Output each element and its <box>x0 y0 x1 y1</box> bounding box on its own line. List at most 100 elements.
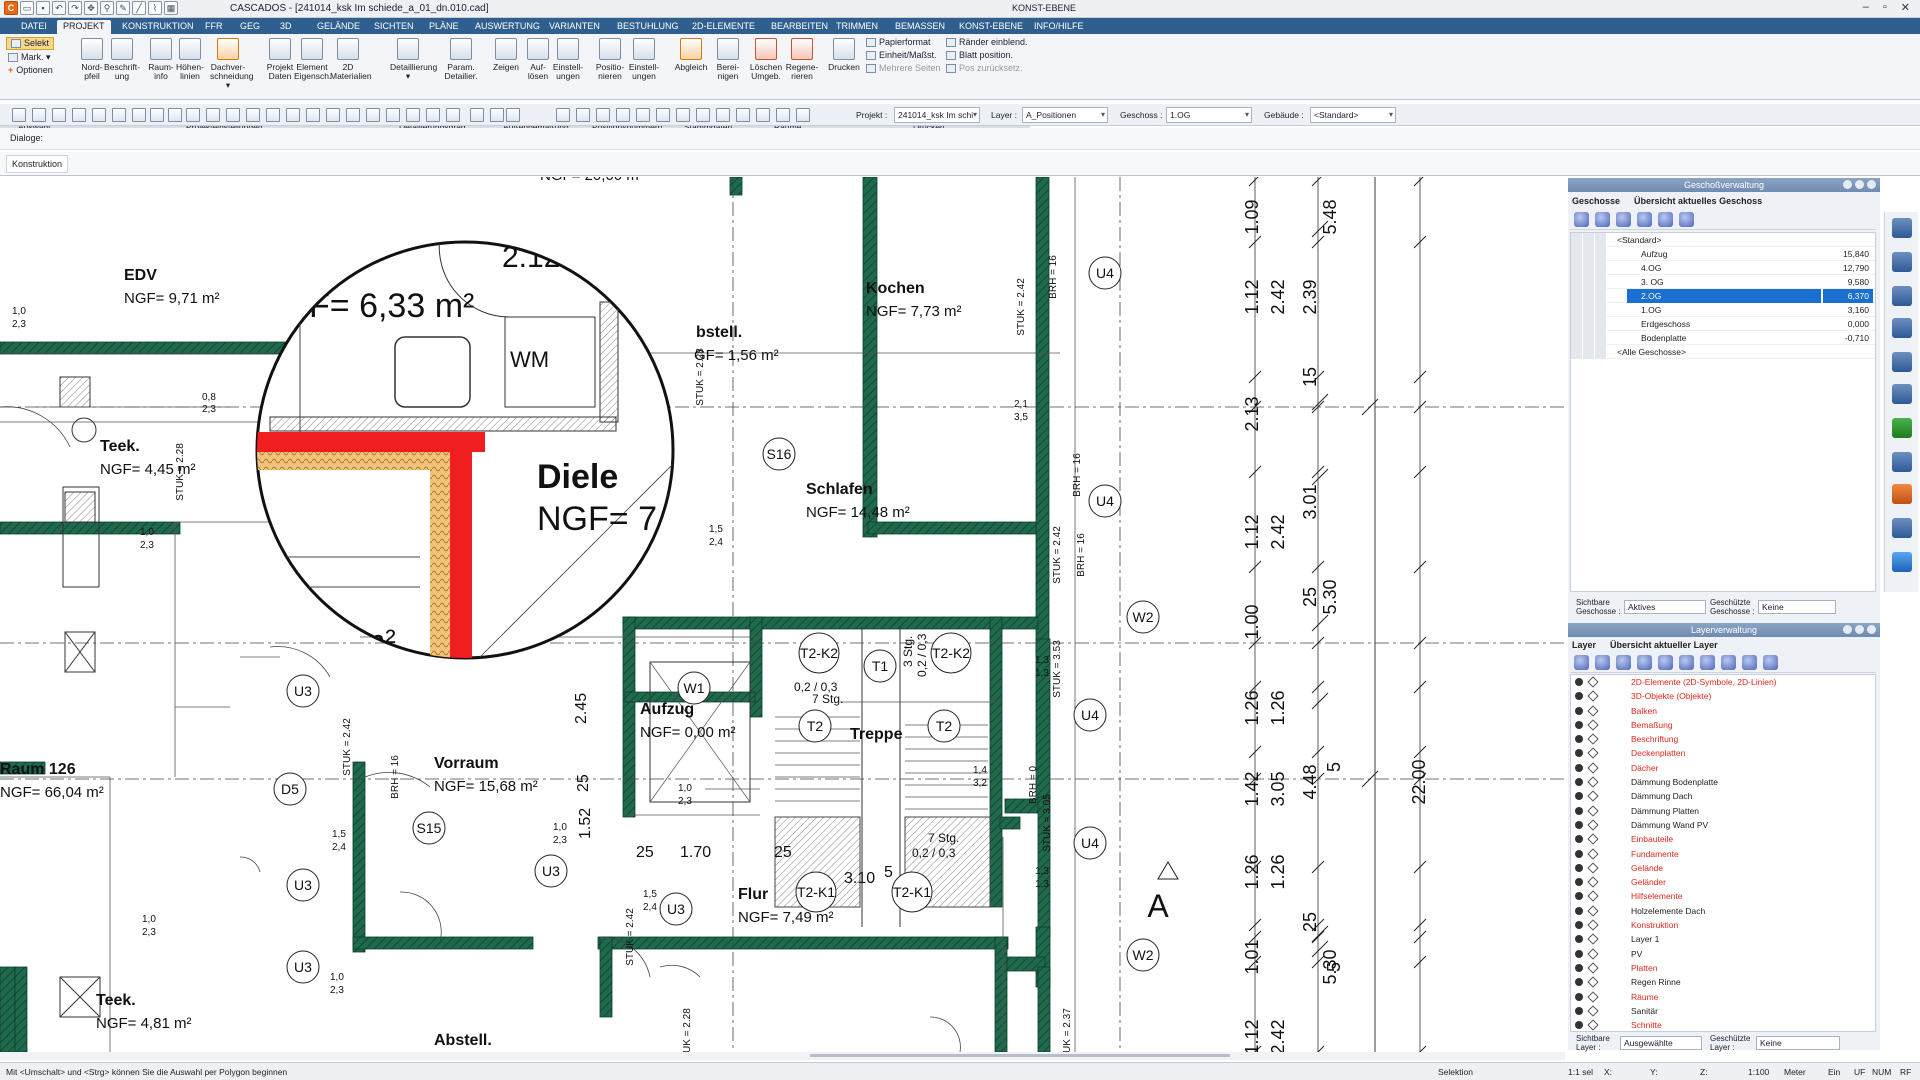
toolbar-tool-icon-21[interactable] <box>426 108 440 122</box>
pencil-icon[interactable] <box>1587 847 1599 860</box>
geschoss-lock-cell[interactable] <box>1583 317 1595 331</box>
toolbar-tool-icon-23[interactable] <box>470 108 484 122</box>
layer-copy-icon[interactable] <box>1595 655 1610 670</box>
toolbar-tool-icon-34[interactable] <box>716 108 730 122</box>
layer-row[interactable]: Balken <box>1571 704 1875 718</box>
pin-icon[interactable] <box>1843 625 1852 634</box>
toolbar-tool-icon-9[interactable] <box>186 108 200 122</box>
layer-hide-icon[interactable] <box>1658 655 1673 670</box>
menu-tab-10[interactable]: VARIANTEN <box>543 20 606 34</box>
toolbar-tool-icon-38[interactable] <box>796 108 810 122</box>
geschoss-row[interactable]: Aufzug 15,840 <box>1571 247 1875 261</box>
einheit-button[interactable]: Einheit/Maßst. <box>866 50 937 61</box>
layer-row[interactable]: Hilfselemente <box>1571 889 1875 903</box>
toolbar-tool-icon-16[interactable] <box>326 108 340 122</box>
geschoss-lock-cell[interactable] <box>1583 303 1595 317</box>
ribbon-button-19[interactable]: Drucken <box>826 38 862 72</box>
pos-zuruecksetzen-button[interactable]: Pos zurücksetz. <box>946 63 1023 74</box>
geschoss-row[interactable]: 4.OG 12,790 <box>1571 261 1875 275</box>
tree-icon[interactable] <box>1892 418 1912 438</box>
geschoss-up-icon[interactable] <box>1616 212 1631 227</box>
scrollbar-thumb[interactable] <box>810 1054 1230 1057</box>
geschoss-edit-icon[interactable] <box>1658 212 1673 227</box>
geschoss-select[interactable]: 1.OG ▾ <box>1166 107 1252 123</box>
undo-icon[interactable]: ↶ <box>52 1 66 15</box>
menu-tab-7[interactable]: SICHTEN <box>368 20 420 34</box>
menu-tab-15[interactable]: BEMASSEN <box>889 20 951 34</box>
gebaeude-select[interactable]: <Standard> ▾ <box>1310 107 1396 123</box>
layer-row[interactable]: Gelände <box>1571 861 1875 875</box>
eye-icon[interactable] <box>1575 892 1583 901</box>
eye-icon[interactable] <box>1575 792 1583 801</box>
menu-tab-1[interactable]: PROJEKT <box>57 20 111 34</box>
eye-icon[interactable] <box>1575 963 1583 972</box>
menu-tab-0[interactable]: DATEI <box>15 20 53 34</box>
eye-icon[interactable] <box>1575 849 1583 858</box>
menu-tab-14[interactable]: TRIMMEN <box>830 20 884 34</box>
pencil-icon[interactable] <box>1587 733 1599 745</box>
eye-icon[interactable] <box>1575 763 1583 772</box>
pencil-icon[interactable] <box>1587 947 1599 960</box>
geschoss-ref-cell[interactable] <box>1595 275 1607 289</box>
ribbon-button-14[interactable]: Einstell-ungen <box>626 38 662 81</box>
layer-row[interactable]: Dämmung Dach <box>1571 789 1875 803</box>
restore-icon[interactable] <box>1855 180 1864 189</box>
horizontal-scrollbar[interactable] <box>0 1052 1565 1060</box>
geschoss-alle-row[interactable]: <Alle Geschosse> <box>1571 345 1875 359</box>
pencil-icon[interactable] <box>1587 762 1599 774</box>
menu-tab-3[interactable]: FFR <box>199 20 229 34</box>
pencil-icon[interactable] <box>1587 833 1599 845</box>
menu-tab-13[interactable]: BEARBEITEN <box>765 20 834 34</box>
pencil-icon[interactable] <box>1587 719 1599 731</box>
menu-tab-5[interactable]: 3D <box>274 20 298 34</box>
layer-lock-icon[interactable] <box>1679 655 1694 670</box>
geschoss-root-row[interactable]: <Standard> <box>1571 233 1875 247</box>
pencil-icon[interactable] <box>1587 1019 1599 1031</box>
grid-icon[interactable]: ▦ <box>164 1 178 15</box>
geschoss-lock-cell[interactable] <box>1583 275 1595 289</box>
geschoss-visible-cell[interactable] <box>1571 303 1583 317</box>
sichtbare-layer-select[interactable]: Ausgewählte <box>1620 1036 1702 1050</box>
tab-layer[interactable]: Layer <box>1570 639 1598 653</box>
layer-filter-icon[interactable] <box>1763 655 1778 670</box>
ribbon-button-18[interactable]: Regene-rieren <box>784 38 820 81</box>
eye-icon[interactable] <box>1575 992 1583 1001</box>
floor-plan[interactable]: EDV NGF= 9,71 m² Kochen NGF= 7,73 m² Teek. NG… <box>0 177 1565 1052</box>
eye-icon[interactable] <box>1575 949 1583 958</box>
pencil-icon[interactable] <box>1587 1005 1599 1017</box>
toolbar-tool-icon-27[interactable] <box>576 108 590 122</box>
ribbon-button-7[interactable]: 2D Materialien <box>330 38 372 81</box>
geschoss-visible-cell[interactable] <box>1571 247 1583 261</box>
ribbon-button-13[interactable]: Positio-nieren <box>592 38 628 81</box>
pencil-icon[interactable] <box>1587 919 1599 931</box>
toolbar-tool-icon-0[interactable] <box>12 108 26 122</box>
ribbon-button-1[interactable]: Beschrift-ung <box>104 38 140 81</box>
pencil-icon[interactable] <box>1587 990 1599 1003</box>
ribbon-button-10[interactable]: Zeigen <box>488 38 524 72</box>
toolbar-tool-icon-33[interactable] <box>696 108 710 122</box>
layer-color-icon[interactable] <box>1721 655 1736 670</box>
toolbar-tool-icon-10[interactable] <box>206 108 220 122</box>
geschoss-visible-cell[interactable] <box>1571 317 1583 331</box>
toolbar-tool-icon-2[interactable] <box>52 108 66 122</box>
geschoss-visible-cell[interactable] <box>1571 275 1583 289</box>
layer-select[interactable]: A_Positionen ▾ <box>1022 107 1108 123</box>
calculator-icon[interactable] <box>1892 218 1912 238</box>
layer-delete-icon[interactable] <box>1616 655 1631 670</box>
eye-icon[interactable] <box>1575 806 1583 815</box>
eye-icon[interactable] <box>1575 1006 1583 1015</box>
eye-icon[interactable] <box>1575 720 1583 729</box>
mark-button[interactable]: Mark. ▾ <box>8 52 51 63</box>
pencil-icon[interactable] <box>1587 676 1599 688</box>
toolbar-tool-icon-4[interactable] <box>92 108 106 122</box>
toolbar-tool-icon-22[interactable] <box>446 108 460 122</box>
layer-row[interactable]: Dämmung Platten <box>1571 804 1875 818</box>
eye-icon[interactable] <box>1575 1021 1583 1030</box>
ribbon-button-12[interactable]: Einstell-ungen <box>550 38 586 81</box>
geschoss-lock-cell[interactable] <box>1583 289 1595 303</box>
layer-row[interactable]: Bemaßung <box>1571 718 1875 732</box>
pencil-icon[interactable] <box>1587 704 1599 717</box>
layer-new-icon[interactable] <box>1574 655 1589 670</box>
layers-icon[interactable] <box>1892 318 1912 338</box>
geschoss-visible-cell[interactable] <box>1571 261 1583 275</box>
